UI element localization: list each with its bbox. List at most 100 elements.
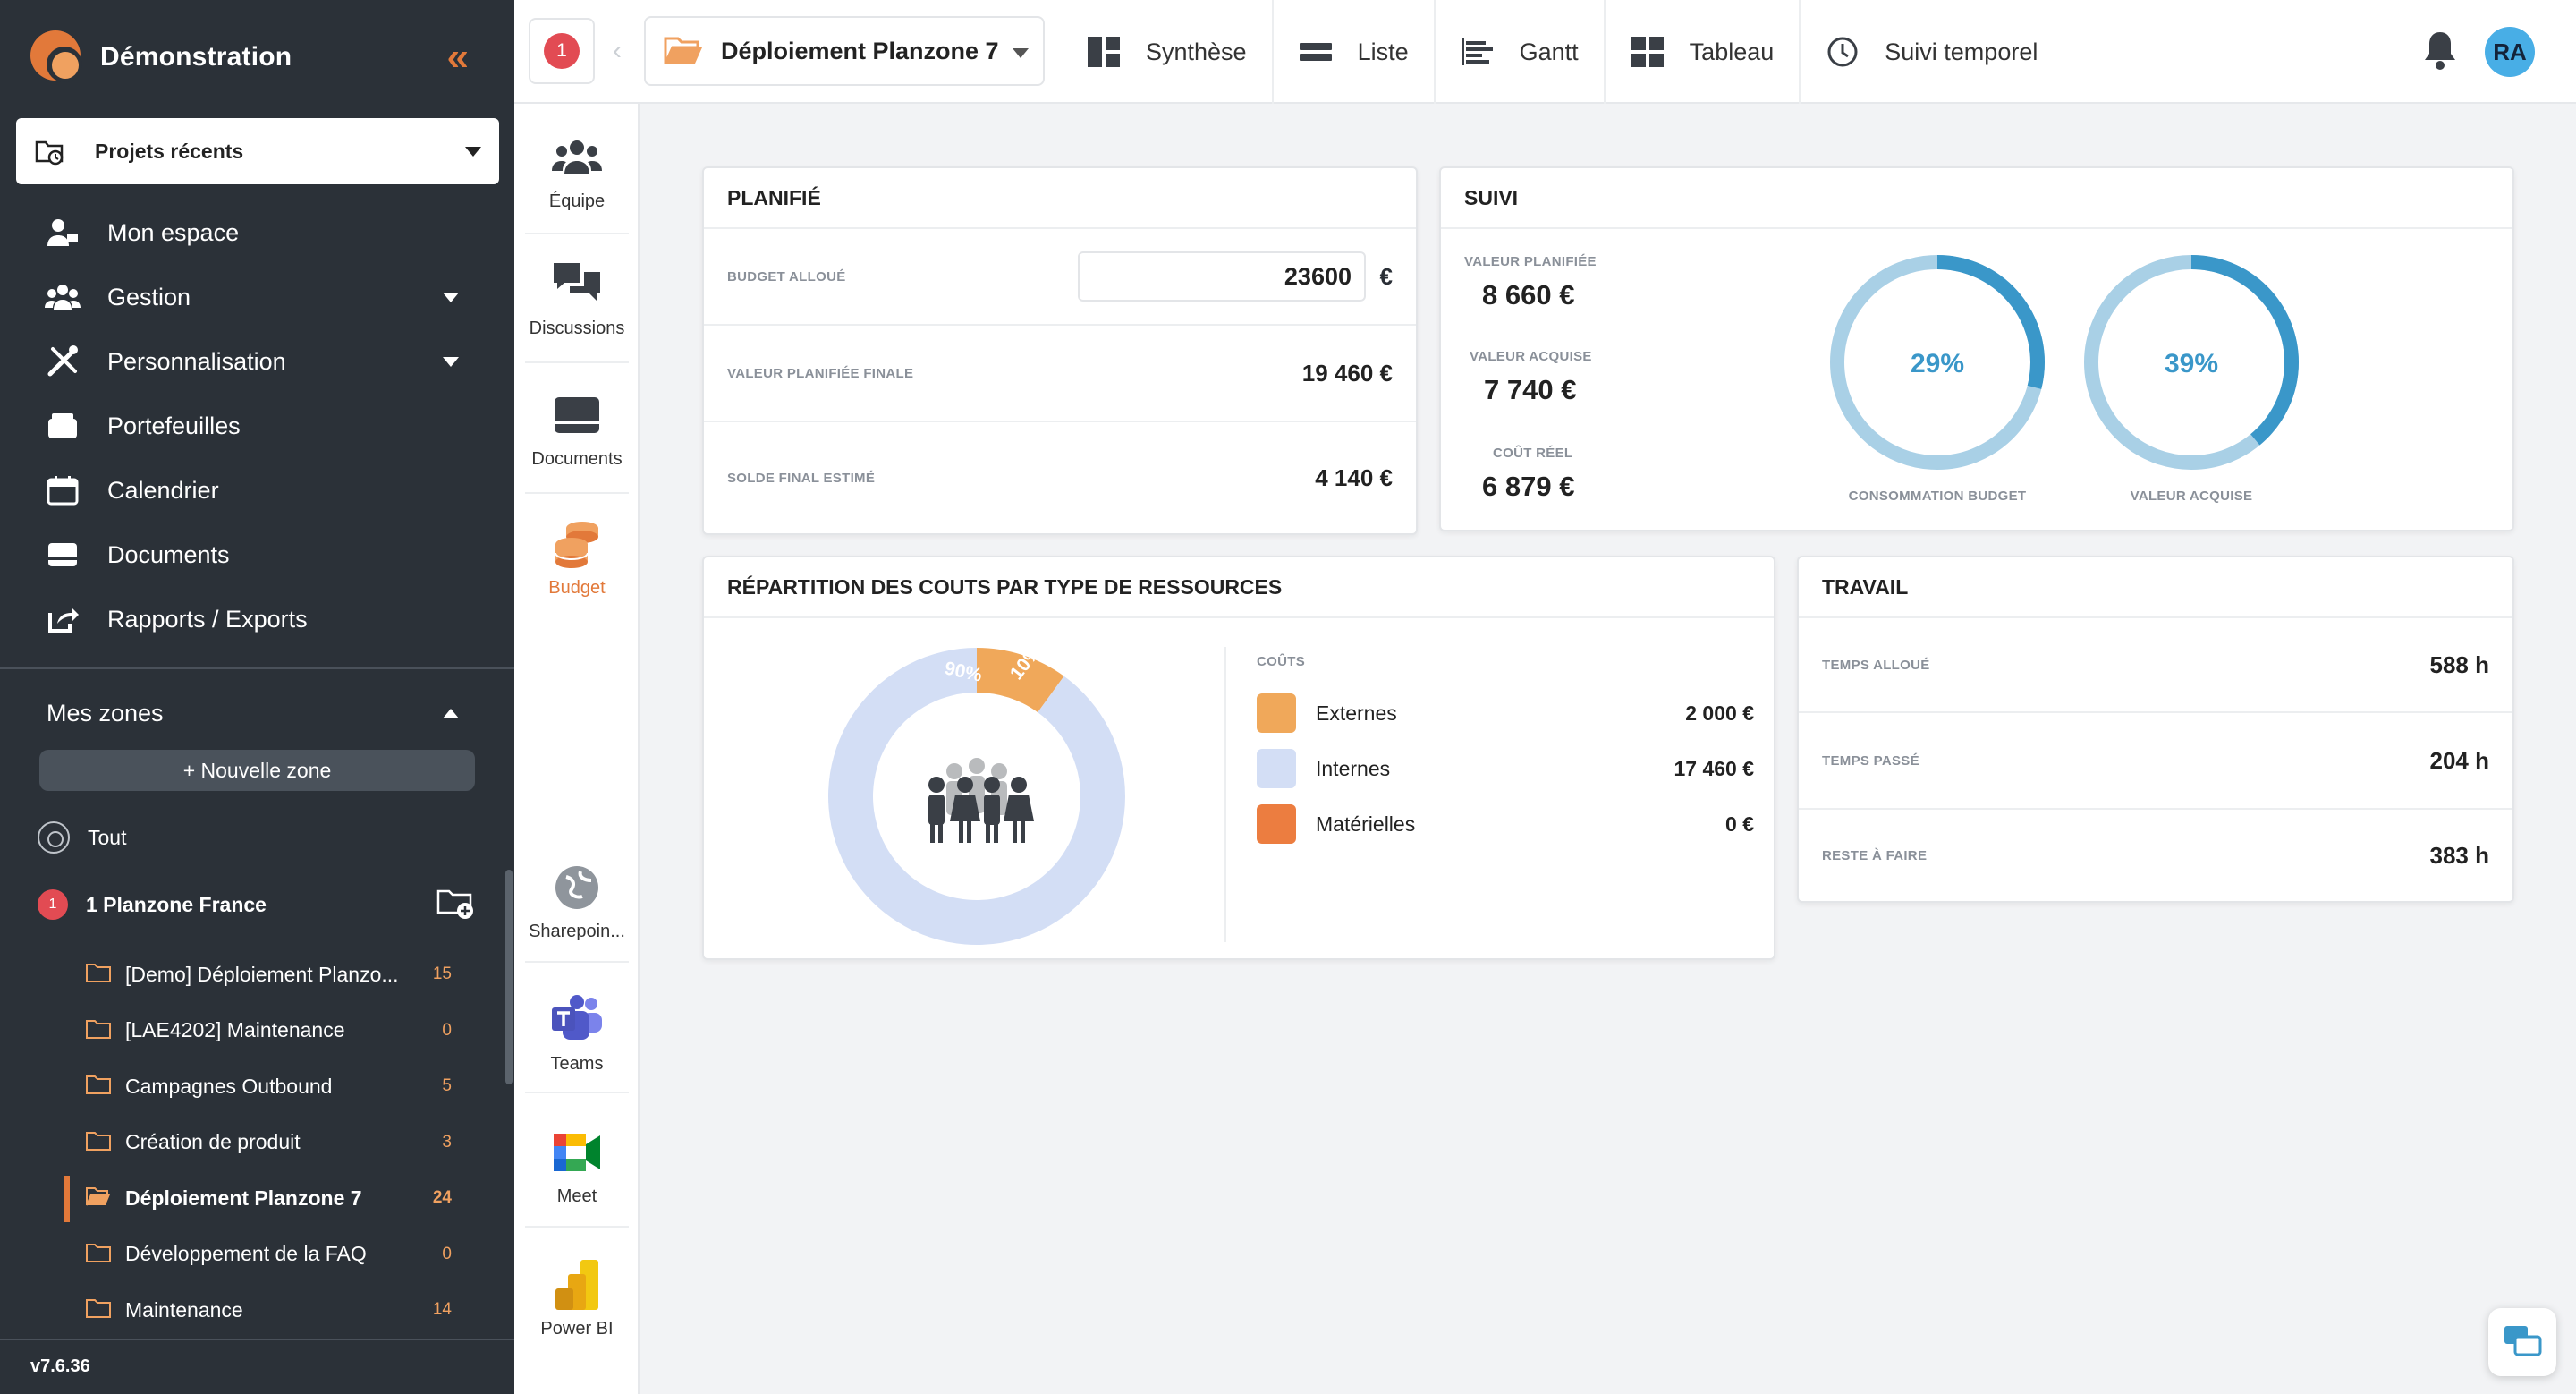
budget-row: BUDGET ALLOUÉ 23600 €: [704, 229, 1416, 326]
tool-discussions[interactable]: Discussions: [514, 258, 640, 339]
project-name: [Demo] Déploiement Planzo...: [125, 962, 399, 986]
project-name: [LAE4202] Maintenance: [125, 1018, 345, 1042]
chevron-up-icon[interactable]: [443, 709, 459, 718]
folder-icon: [86, 1019, 111, 1039]
zone-planzone-france[interactable]: 1 1 Planzone France: [38, 889, 476, 920]
folder-icon: [86, 1299, 111, 1318]
chevron-down-icon: [465, 146, 481, 157]
tool-meet[interactable]: Meet: [514, 1126, 640, 1207]
project-name: Développement de la FAQ: [125, 1242, 367, 1266]
tab-liste[interactable]: Liste: [1274, 0, 1436, 104]
project-item[interactable]: Développement de la FAQ 0: [0, 1227, 514, 1283]
project-item[interactable]: Création de produit 3: [0, 1115, 514, 1171]
project-item[interactable]: Campagnes Outbound 5: [0, 1058, 514, 1115]
tab-label: Liste: [1357, 38, 1409, 65]
gauge-label: VALEUR ACQUISE: [2130, 489, 2253, 504]
tools-icon: [45, 344, 80, 379]
zone-all[interactable]: Tout: [38, 821, 126, 854]
version-label: v7.6.36: [0, 1339, 514, 1394]
list-icon: [1299, 35, 1333, 69]
team-icon: [550, 131, 604, 184]
notification-button[interactable]: 1: [529, 18, 595, 84]
project-item[interactable]: Maintenance 14: [0, 1282, 514, 1339]
gauge-label: CONSOMMATION BUDGET: [1848, 489, 2027, 504]
actual-cost-label: COÛT RÉEL: [1493, 446, 1573, 461]
tab-gantt[interactable]: Gantt: [1436, 0, 1606, 104]
planned-value-label: VALEUR PLANIFIÉE: [1464, 254, 1597, 269]
legend-value: 17 460 €: [1674, 756, 1754, 780]
project-count: 14: [432, 1300, 452, 1320]
actual-cost-value: 6 879 €: [1482, 471, 1575, 502]
nav-calendrier[interactable]: Calendrier: [0, 458, 514, 523]
work-card: TRAVAIL TEMPS ALLOUÉ 588 h TEMPS PASSÉ 2…: [1797, 556, 2514, 903]
tool-label: Power BI: [540, 1319, 614, 1339]
nav-label: Documents: [107, 540, 230, 568]
tool-label: Meet: [556, 1186, 597, 1206]
project-count: 5: [442, 1076, 452, 1096]
support-chat-button[interactable]: [2488, 1308, 2556, 1376]
project-selector[interactable]: Déploiement Planzone 7: [644, 16, 1045, 86]
tool-sharepoint[interactable]: Sharepoin...: [514, 861, 640, 942]
nav-personnalisation[interactable]: Personnalisation: [0, 329, 514, 394]
recent-projects-dropdown[interactable]: Projets récents: [16, 118, 499, 184]
nav-label: Mon espace: [107, 218, 240, 246]
divider: [1224, 647, 1226, 942]
tool-powerbi[interactable]: Power BI: [514, 1258, 640, 1339]
add-folder-icon[interactable]: [436, 886, 476, 922]
sharepoint-icon: [550, 861, 604, 914]
notification-count: 1: [544, 33, 580, 69]
inbox-icon: [550, 388, 604, 442]
divider: [525, 1092, 629, 1093]
tab-suivi-temporel[interactable]: Suivi temporel: [1801, 0, 2063, 104]
budget-input[interactable]: 23600: [1078, 251, 1366, 302]
project-item[interactable]: [LAE4202] Maintenance 0: [0, 1003, 514, 1059]
bell-icon[interactable]: [2420, 29, 2460, 72]
planned-value: 8 660 €: [1482, 279, 1575, 310]
nav-documents[interactable]: Documents: [0, 523, 514, 587]
tool-teams[interactable]: Teams: [514, 993, 640, 1075]
chevron-left-icon[interactable]: ‹: [613, 36, 622, 66]
tool-budget[interactable]: Budget: [514, 517, 640, 599]
divider: [525, 492, 629, 494]
legend-value: 2 000 €: [1685, 701, 1754, 725]
legend-name: Externes: [1316, 701, 1397, 725]
acquired-value-label: VALEUR ACQUISE: [1470, 349, 1592, 364]
project-count: 3: [442, 1132, 452, 1152]
project-selector-label: Déploiement Planzone 7: [721, 37, 999, 64]
tool-equipe[interactable]: Équipe: [514, 131, 640, 212]
view-tabs: Synthèse Liste Gantt Tableau Suivi tempo…: [1062, 0, 2063, 104]
open-folder-icon: [86, 1187, 110, 1206]
nav-mon-espace[interactable]: Mon espace: [0, 200, 514, 265]
nav-rapports[interactable]: Rapports / Exports: [0, 587, 514, 651]
card-title: PLANIFIÉ: [704, 168, 1416, 229]
nav-portefeuilles[interactable]: Portefeuilles: [0, 394, 514, 458]
sidebar-scrollbar[interactable]: [505, 870, 513, 1084]
teams-icon: [550, 993, 604, 1047]
legend-swatch: [1257, 804, 1296, 844]
export-icon: [45, 601, 80, 637]
avatar[interactable]: RA: [2485, 27, 2535, 77]
open-folder-icon: [664, 37, 702, 64]
tool-label: Sharepoin...: [529, 922, 625, 941]
divider: [525, 961, 629, 963]
tab-tableau[interactable]: Tableau: [1606, 0, 1801, 104]
cost-breakdown-card: RÉPARTITION DES COUTS PAR TYPE DE RESSOU…: [702, 556, 1775, 960]
new-zone-button[interactable]: + Nouvelle zone: [39, 750, 475, 791]
project-name: Création de produit: [125, 1130, 301, 1154]
sidebar: Démonstration « Projets récents Mon espa…: [0, 0, 514, 1394]
legend-swatch: [1257, 749, 1296, 788]
recent-projects-label: Projets récents: [95, 139, 244, 163]
zones-title: Mes zones: [47, 700, 164, 727]
collapse-sidebar-icon[interactable]: «: [447, 38, 469, 77]
project-item[interactable]: [Demo] Déploiement Planzo... 15: [0, 947, 514, 1003]
work-value: 588 h: [2429, 650, 2490, 678]
tab-synthese[interactable]: Synthèse: [1062, 0, 1274, 104]
top-bar: 1 ‹ Déploiement Planzone 7 Synthèse List…: [514, 0, 2576, 104]
tool-documents[interactable]: Documents: [514, 388, 640, 470]
tab-label: Suivi temporel: [1885, 38, 2038, 65]
project-item-active[interactable]: Déploiement Planzone 7 24: [0, 1170, 514, 1227]
nav-gestion[interactable]: Gestion: [0, 265, 514, 329]
cost-legend: COÛTS Externes 2 000 € Internes 17 460 €…: [1257, 654, 1754, 878]
tool-label: Teams: [550, 1054, 604, 1074]
tab-label: Gantt: [1519, 38, 1579, 65]
